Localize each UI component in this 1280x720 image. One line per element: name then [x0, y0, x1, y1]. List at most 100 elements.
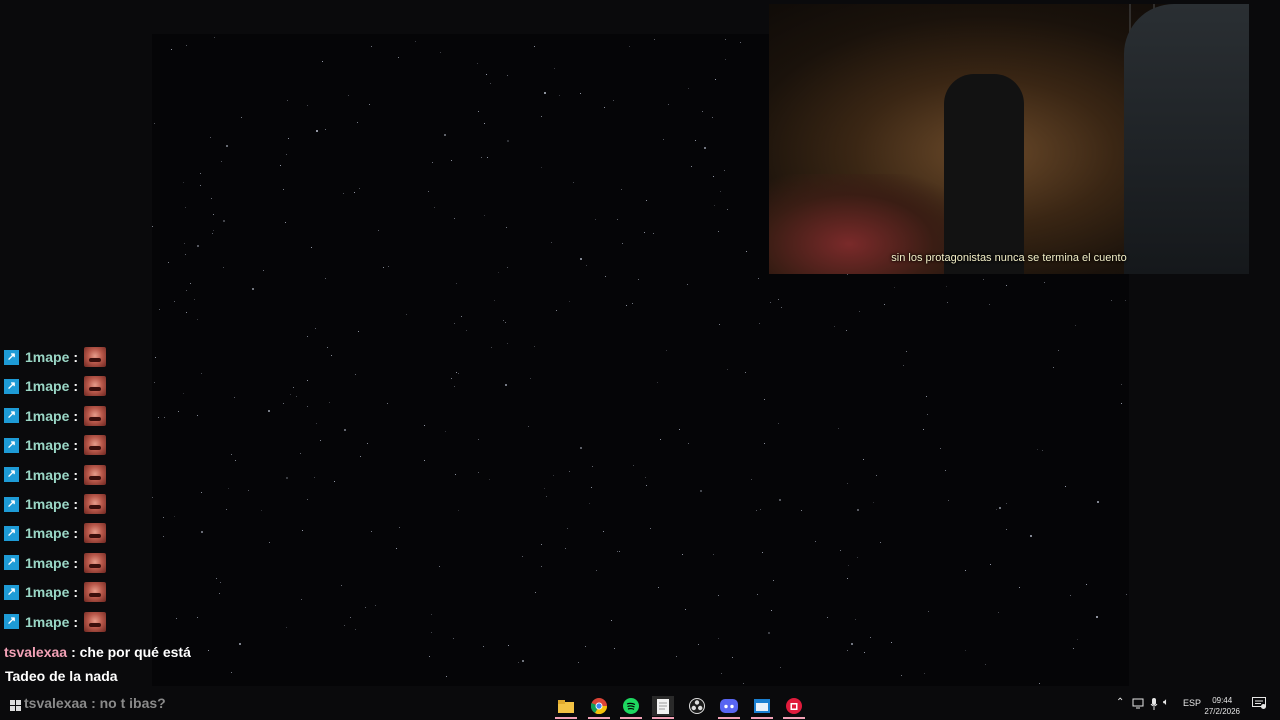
- star: [632, 303, 633, 304]
- star: [387, 403, 388, 404]
- chat-username: 1mape: [25, 554, 70, 571]
- star: [171, 49, 172, 50]
- star: [940, 448, 941, 449]
- star: [857, 557, 858, 558]
- spotify-icon[interactable]: [620, 696, 642, 719]
- star: [320, 440, 321, 441]
- star: [928, 611, 929, 612]
- star: [174, 301, 175, 302]
- chat-separator: :: [73, 466, 79, 483]
- clock[interactable]: 09:44 27/2/2026: [1204, 695, 1240, 717]
- star: [371, 531, 372, 532]
- star: [569, 471, 570, 472]
- performer-shape: [944, 74, 1024, 274]
- star: [350, 617, 351, 618]
- star: [507, 267, 508, 268]
- chat-separator: :: [73, 525, 79, 542]
- star: [223, 220, 225, 222]
- star: [580, 93, 581, 94]
- star: [751, 479, 752, 480]
- star: [454, 218, 455, 219]
- tray-overflow-icon[interactable]: ⌃: [1116, 697, 1124, 708]
- star: [506, 227, 507, 228]
- star: [307, 406, 308, 407]
- obs-icon[interactable]: [686, 696, 708, 716]
- chat-username: 1mape: [25, 349, 70, 365]
- star: [456, 372, 457, 373]
- chat-message: ↗ 1mape:: [4, 464, 107, 486]
- star: [685, 609, 686, 610]
- prime-badge-icon: ↗: [4, 349, 19, 365]
- star: [990, 564, 991, 565]
- chat-username: tsvalexaa: [4, 644, 68, 660]
- star: [231, 454, 232, 455]
- star: [725, 59, 726, 60]
- star: [453, 638, 454, 639]
- star: [286, 154, 287, 155]
- star: [431, 632, 432, 633]
- star: [945, 470, 946, 471]
- star: [700, 490, 702, 492]
- star: [163, 536, 164, 537]
- file-explorer-icon[interactable]: [555, 696, 577, 719]
- star: [439, 566, 440, 567]
- star: [360, 456, 361, 457]
- star: [859, 311, 860, 312]
- app-window-icon[interactable]: [751, 696, 773, 719]
- notepad-icon[interactable]: [652, 696, 674, 719]
- chat-message: ↗ 1mape:: [4, 552, 107, 574]
- chrome-icon[interactable]: [588, 696, 610, 719]
- notification-icon[interactable]: [1252, 697, 1266, 713]
- chat-username: 1mape: [25, 496, 70, 512]
- star: [316, 130, 318, 132]
- star: [759, 323, 760, 324]
- discord-icon[interactable]: [718, 696, 740, 719]
- star: [434, 207, 435, 208]
- star: [341, 585, 342, 586]
- chat-message-text: : che por qué está: [71, 644, 191, 660]
- star: [691, 166, 692, 167]
- star: [666, 350, 667, 351]
- star: [838, 428, 839, 429]
- volume-icon[interactable]: 🔈︎: [1163, 697, 1169, 708]
- star: [1006, 285, 1007, 286]
- star: [235, 460, 236, 461]
- windows-start-icon[interactable]: [8, 696, 24, 716]
- star: [654, 39, 655, 40]
- star: [507, 140, 509, 142]
- network-icon[interactable]: [1132, 698, 1144, 712]
- star: [801, 510, 802, 511]
- star: [604, 107, 605, 108]
- star: [880, 542, 881, 543]
- microphone-icon[interactable]: [1150, 698, 1158, 713]
- star: [358, 331, 359, 332]
- star: [985, 664, 986, 665]
- star: [989, 304, 990, 305]
- chat-message: ↗ 1mape:: [4, 493, 107, 515]
- star: [781, 307, 782, 308]
- star: [444, 134, 446, 136]
- star: [857, 509, 859, 511]
- star: [586, 265, 587, 266]
- prime-badge-icon: ↗: [4, 437, 19, 453]
- star: [220, 582, 221, 583]
- emote-icon: [84, 494, 107, 514]
- star: [286, 477, 288, 479]
- star: [713, 176, 714, 177]
- star: [621, 189, 622, 190]
- star: [760, 509, 761, 510]
- chat-message-text: : no t ibas?: [91, 695, 166, 711]
- chat-message: Tadeo de la nada: [5, 665, 118, 687]
- star: [580, 258, 582, 260]
- star: [1044, 282, 1045, 283]
- star: [698, 644, 699, 645]
- star: [815, 541, 816, 542]
- star: [487, 157, 488, 158]
- red-app-icon[interactable]: [783, 696, 805, 719]
- star: [325, 278, 326, 279]
- star: [660, 439, 661, 440]
- star: [834, 326, 835, 327]
- star: [996, 509, 997, 510]
- language-indicator[interactable]: ESP: [1183, 698, 1201, 708]
- star: [578, 662, 579, 663]
